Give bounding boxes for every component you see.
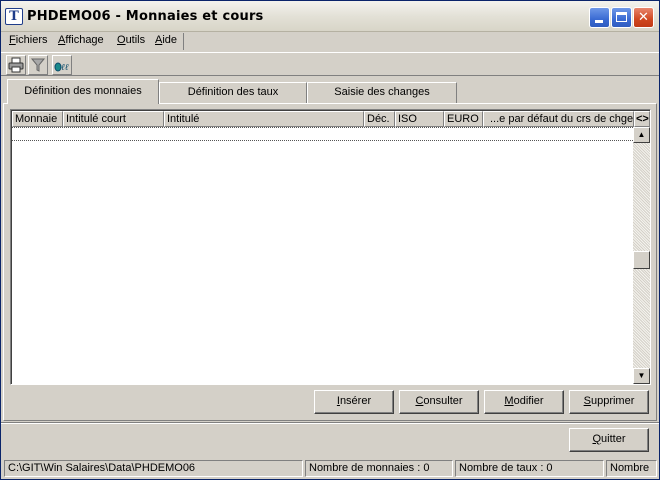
menu-separator <box>183 33 184 50</box>
vertical-scrollbar[interactable]: ▲ ▼ <box>633 127 650 384</box>
tab-saisie-changes[interactable]: Saisie des changes <box>307 82 457 104</box>
filter-icon <box>30 58 46 72</box>
delete-button[interactable]: Supprimer <box>569 390 649 414</box>
menu-bar: Fichiers Affichage Outils Aide <box>1 32 659 50</box>
status-bar: C:\GIT\Win Salaires\Data\PHDEMO06 Nombre… <box>1 458 659 479</box>
col-iso[interactable]: ISO <box>395 111 444 127</box>
minimize-button[interactable] <box>589 7 610 28</box>
divider <box>1 422 659 424</box>
toolbar: ℓℓ <box>1 52 659 76</box>
calculator-icon: ℓℓ <box>54 62 69 73</box>
minimize-icon <box>595 20 603 23</box>
title-bar[interactable]: T PHDEMO06 - Monnaies et cours ✕ <box>1 1 659 32</box>
view-button[interactable]: Consulter <box>399 390 479 414</box>
print-button[interactable] <box>6 55 26 75</box>
menu-outils[interactable]: Outils <box>117 34 145 46</box>
column-scroll-toggle[interactable]: <> <box>634 111 650 127</box>
status-rates-count: Nombre de taux : 0 <box>455 460 604 477</box>
menu-fichiers[interactable]: Fichiers <box>9 34 48 46</box>
quit-button[interactable]: Quitter <box>569 428 649 452</box>
table-row[interactable] <box>12 127 633 141</box>
app-icon[interactable]: T <box>5 8 23 25</box>
tab-definition-monnaies[interactable]: Définition des monnaies <box>7 79 159 104</box>
scroll-down-button[interactable]: ▼ <box>633 368 650 384</box>
col-euro[interactable]: EURO <box>444 111 483 127</box>
insert-button[interactable]: Insérer <box>314 390 394 414</box>
filter-button[interactable] <box>28 55 48 75</box>
col-monnaie[interactable]: Monnaie <box>12 111 63 127</box>
maximize-button[interactable] <box>611 7 632 28</box>
scroll-thumb[interactable] <box>633 251 650 269</box>
status-extra: Nombre <box>606 460 657 477</box>
printer-icon <box>8 57 24 73</box>
status-path: C:\GIT\Win Salaires\Data\PHDEMO06 <box>4 460 303 477</box>
app-window: T PHDEMO06 - Monnaies et cours ✕ Fichier… <box>0 0 660 480</box>
scroll-up-button[interactable]: ▲ <box>633 127 650 143</box>
currency-grid[interactable]: Monnaie Intitulé court Intitulé Déc. ISO… <box>10 109 651 385</box>
menu-aide[interactable]: Aide <box>155 34 177 46</box>
col-intitule[interactable]: Intitulé <box>164 111 364 127</box>
col-intitule-court[interactable]: Intitulé court <box>63 111 164 127</box>
window-title: PHDEMO06 - Monnaies et cours <box>27 9 264 24</box>
arrow-down-icon: ▼ <box>637 371 646 380</box>
tab-definition-taux[interactable]: Définition des taux <box>159 82 307 104</box>
svg-text:ℓℓ: ℓℓ <box>61 63 69 73</box>
menu-affichage[interactable]: Affichage <box>58 34 104 46</box>
status-currencies-count: Nombre de monnaies : 0 <box>305 460 453 477</box>
calculator-button[interactable]: ℓℓ <box>52 55 72 75</box>
grid-header: Monnaie Intitulé court Intitulé Déc. ISO… <box>12 111 650 127</box>
edit-button[interactable]: Modifier <box>484 390 564 414</box>
maximize-icon <box>616 12 627 22</box>
arrow-up-icon: ▲ <box>637 130 646 139</box>
close-button[interactable]: ✕ <box>633 7 654 28</box>
col-defaut-cours[interactable]: ...e par défaut du crs de chge <box>483 111 634 127</box>
col-dec[interactable]: Déc. <box>364 111 395 127</box>
close-icon: ✕ <box>638 10 649 25</box>
